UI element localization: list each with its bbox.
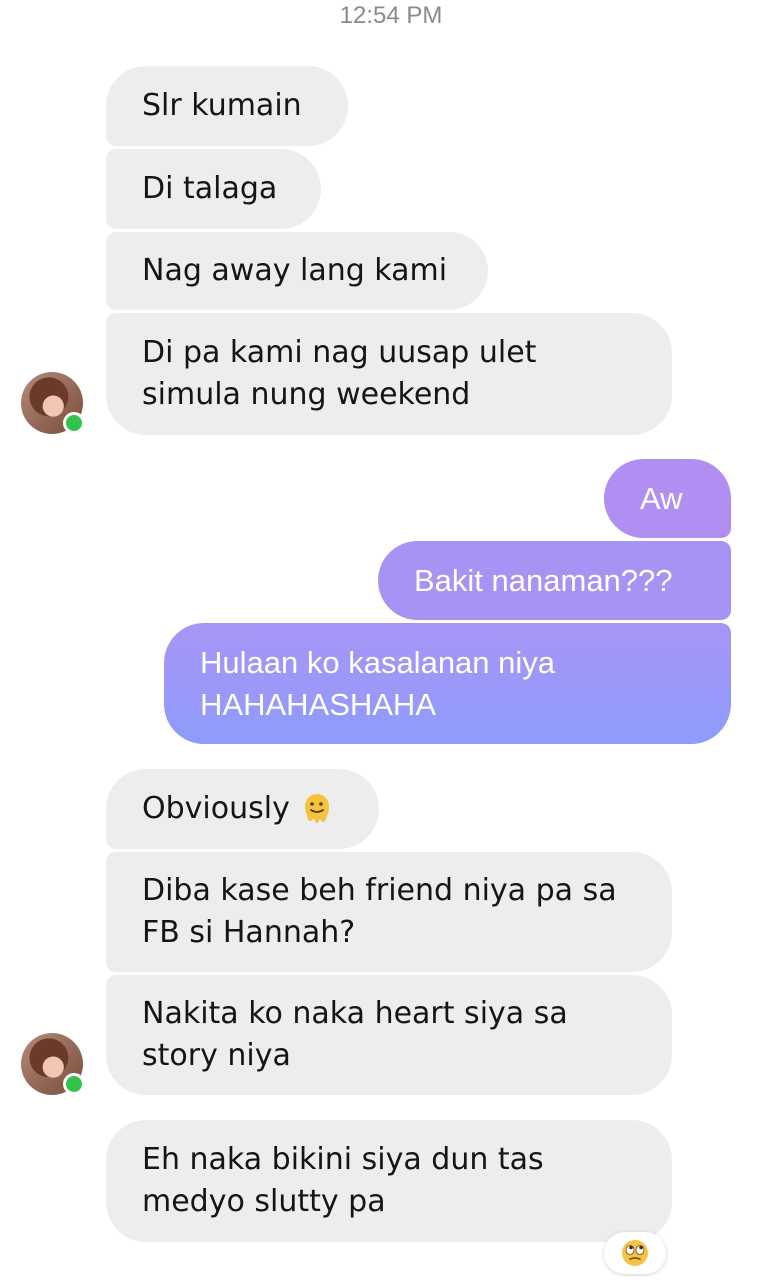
online-status-indicator xyxy=(63,1073,85,1095)
message-text: Diba kase beh friend niya pa sa xyxy=(142,873,617,908)
message-text-content: Obviously xyxy=(142,791,290,826)
message-text: simula nung weekend xyxy=(142,377,471,412)
message-text: Obviously xyxy=(142,788,349,830)
contact-avatar[interactable] xyxy=(21,372,85,434)
message-text: Nakita ko naka heart siya sa xyxy=(142,996,568,1031)
message-text: Aw xyxy=(640,480,683,516)
incoming-message-bubble[interactable]: Nakita ko naka heart siya sa story niya xyxy=(106,975,672,1095)
incoming-message-bubble[interactable]: Nag away lang kami xyxy=(106,232,488,310)
eye-roll-emoji xyxy=(622,1240,648,1266)
incoming-message-bubble[interactable]: Slr kumain xyxy=(106,66,348,146)
outgoing-message-bubble[interactable]: Aw xyxy=(604,459,731,538)
message-text: Di pa kami nag uusap ulet xyxy=(142,335,537,370)
online-status-indicator xyxy=(63,412,85,434)
incoming-message-bubble[interactable]: Eh naka bikini siya dun tas medyo slutty… xyxy=(106,1120,672,1242)
message-reaction[interactable] xyxy=(604,1232,666,1274)
outgoing-message-bubble[interactable]: Hulaan ko kasalanan niya HAHAHASHAHA xyxy=(164,623,731,744)
message-text: medyo slutty pa xyxy=(142,1184,386,1219)
incoming-message-bubble[interactable]: Di pa kami nag uusap ulet simula nung we… xyxy=(106,313,672,435)
contact-avatar[interactable] xyxy=(21,1033,85,1095)
message-text: Eh naka bikini siya dun tas xyxy=(142,1142,544,1177)
message-text: HAHAHASHAHA xyxy=(200,686,436,722)
message-timestamp: 12:54 PM xyxy=(339,2,443,29)
message-text: Bakit nanaman??? xyxy=(414,562,673,598)
message-text: Hulaan ko kasalanan niya xyxy=(200,644,556,680)
message-text: Nag away lang kami xyxy=(142,253,448,288)
incoming-message-bubble[interactable]: Diba kase beh friend niya pa sa FB si Ha… xyxy=(106,852,672,972)
melting-face-emoji xyxy=(304,794,329,823)
message-text: Slr kumain xyxy=(142,88,302,123)
message-text: FB si Hannah? xyxy=(142,915,356,950)
incoming-message-bubble[interactable]: Di talaga xyxy=(106,149,321,229)
message-text: story niya xyxy=(142,1038,291,1073)
incoming-message-bubble[interactable]: Obviously xyxy=(106,769,379,849)
message-text: Di talaga xyxy=(142,171,278,206)
outgoing-message-bubble[interactable]: Bakit nanaman??? xyxy=(378,541,731,620)
